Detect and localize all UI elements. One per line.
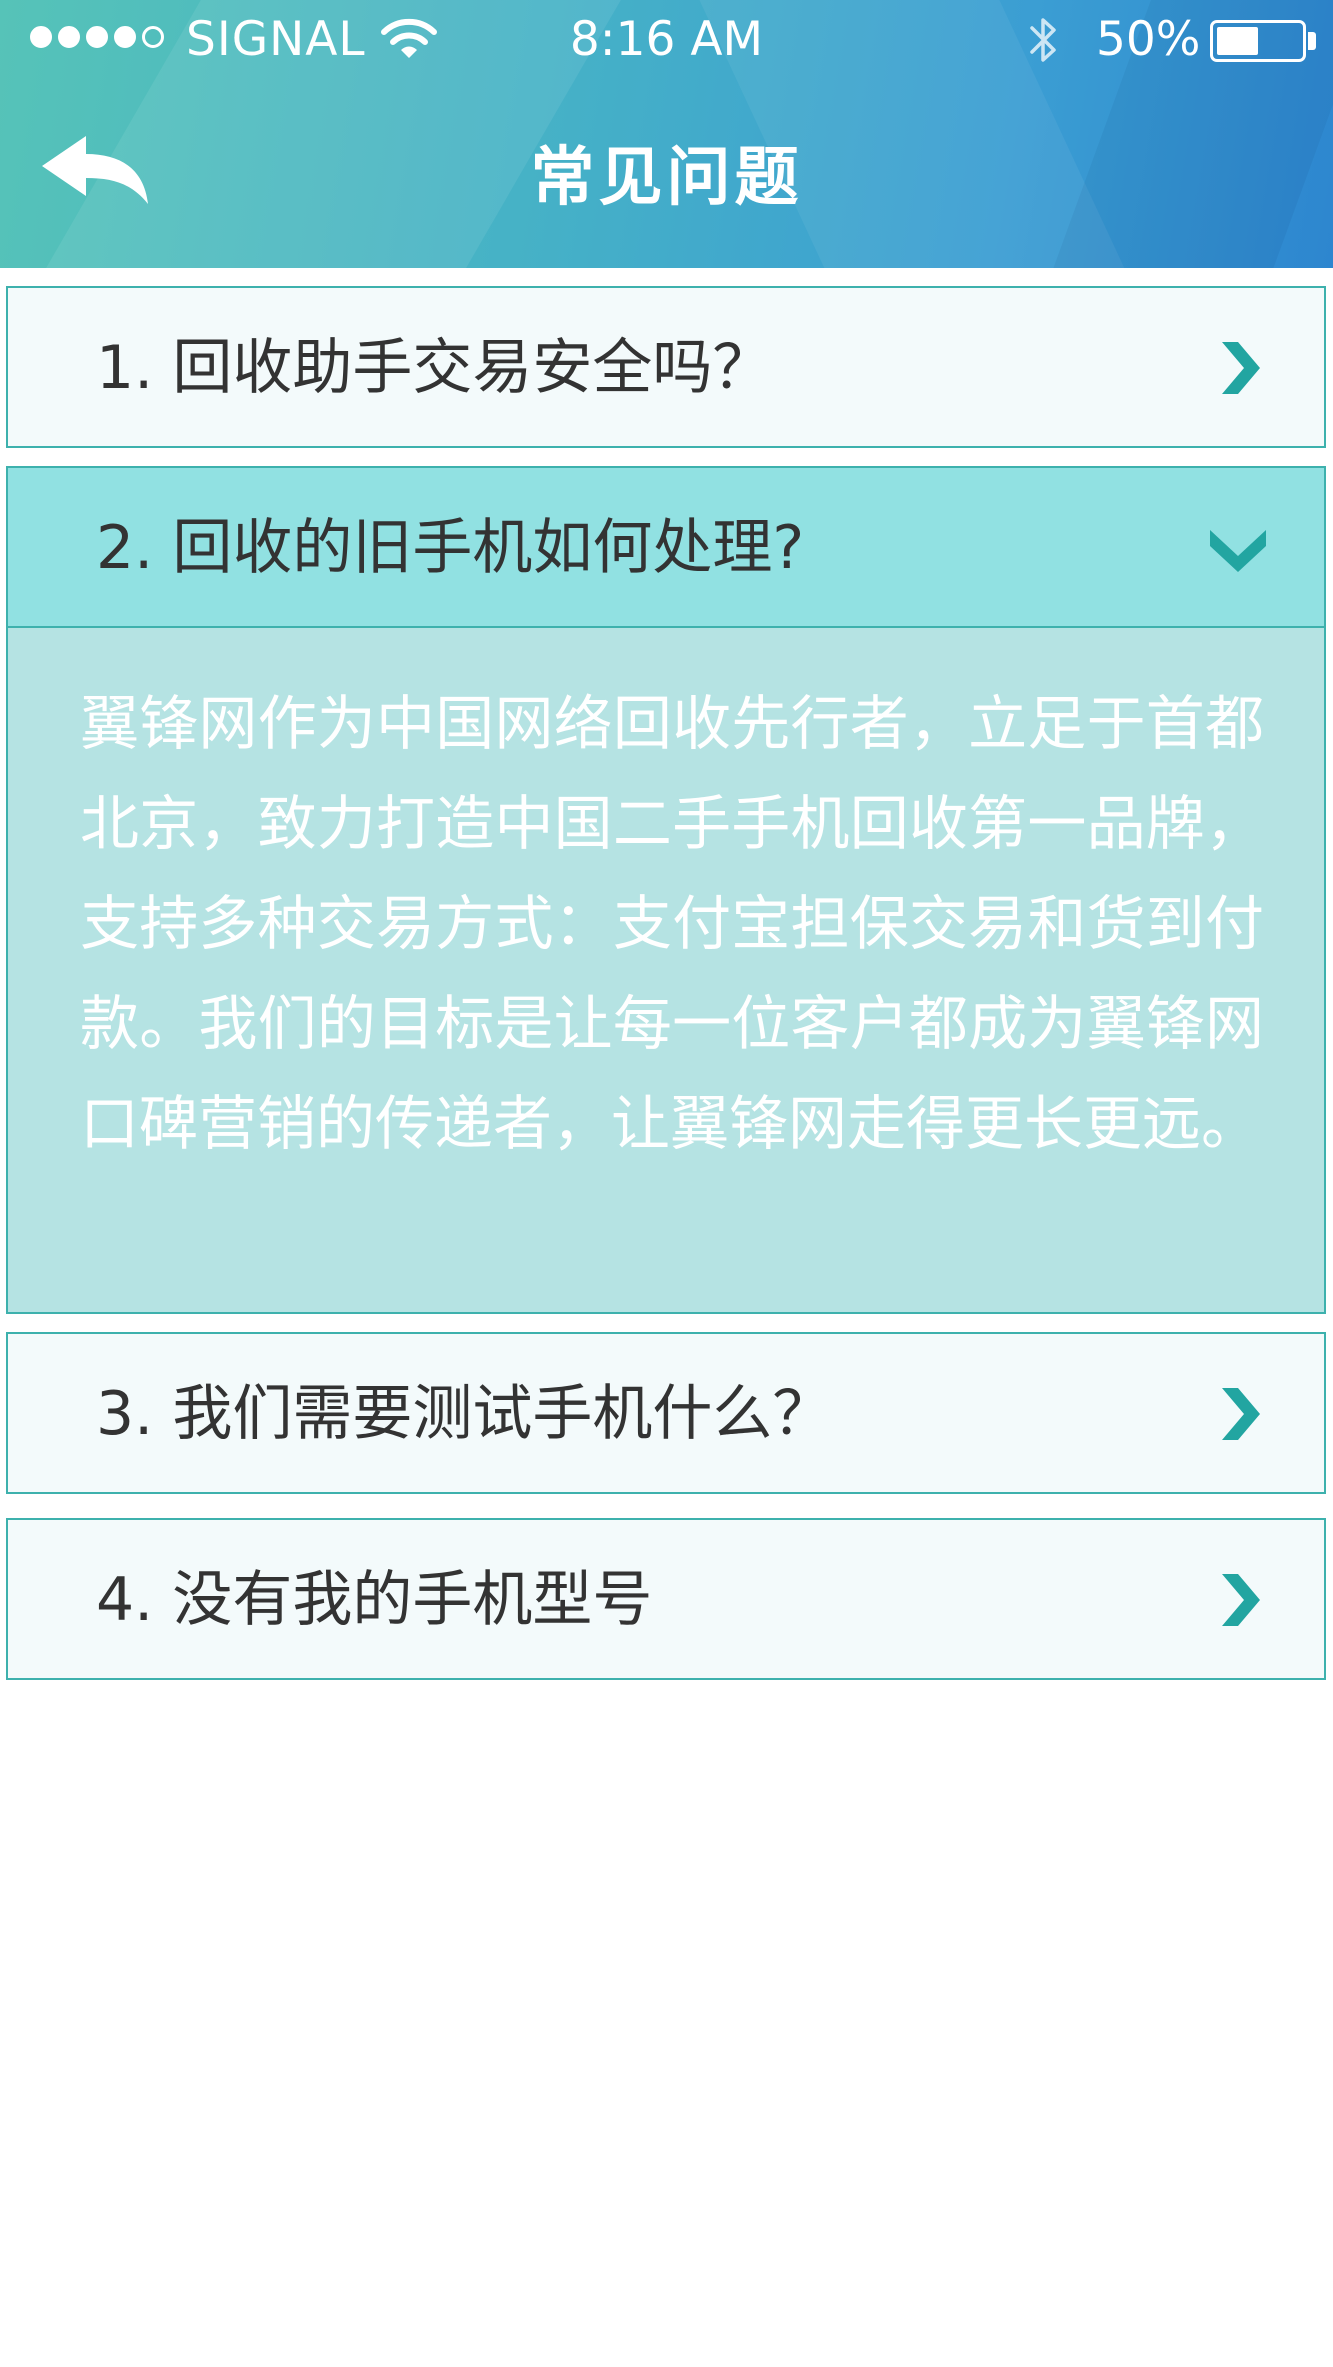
faq-answer-text: 翼锋网作为中国网络回收先行者，立足于首都北京，致力打造中国二手手机回收第一品牌，…: [80, 689, 1264, 1158]
navigation-bar: 常见问题: [0, 80, 1333, 268]
faq-question-text: 2. 回收的旧手机如何处理?: [96, 513, 805, 583]
battery-fill: [1217, 27, 1258, 55]
chevron-right-icon: [1222, 1574, 1260, 1626]
battery-icon: [1210, 20, 1306, 62]
status-bar: SIGNAL 8:16 AM 50%: [0, 0, 1333, 80]
faq-question-text: 4. 没有我的手机型号: [96, 1565, 653, 1635]
chevron-down-icon: [1210, 530, 1266, 572]
faq-question-text: 1. 回收助手交易安全吗？: [96, 333, 773, 403]
faq-item: 3. 我们需要测试手机什么？: [6, 1332, 1326, 1494]
app-header: SIGNAL 8:16 AM 50% 常见问题: [0, 0, 1333, 268]
faq-item: 1. 回收助手交易安全吗？: [6, 286, 1326, 448]
chevron-right-icon: [1222, 1388, 1260, 1440]
faq-question-row[interactable]: 3. 我们需要测试手机什么？: [8, 1334, 1324, 1494]
battery-percentage: 50%: [1096, 12, 1201, 67]
bluetooth-icon: [1030, 18, 1056, 62]
faq-question-row[interactable]: 2. 回收的旧手机如何处理?: [8, 468, 1324, 628]
chevron-right-icon: [1222, 342, 1260, 394]
faq-question-row[interactable]: 4. 没有我的手机型号: [8, 1520, 1324, 1680]
faq-item: 4. 没有我的手机型号: [6, 1518, 1326, 1680]
faq-question-text: 3. 我们需要测试手机什么？: [96, 1379, 833, 1449]
faq-item-expanded: 2. 回收的旧手机如何处理? 翼锋网作为中国网络回收先行者，立足于首都北京，致力…: [6, 466, 1326, 1314]
page-title: 常见问题: [530, 141, 803, 215]
faq-question-row[interactable]: 1. 回收助手交易安全吗？: [8, 288, 1324, 448]
battery-cap: [1308, 32, 1316, 50]
